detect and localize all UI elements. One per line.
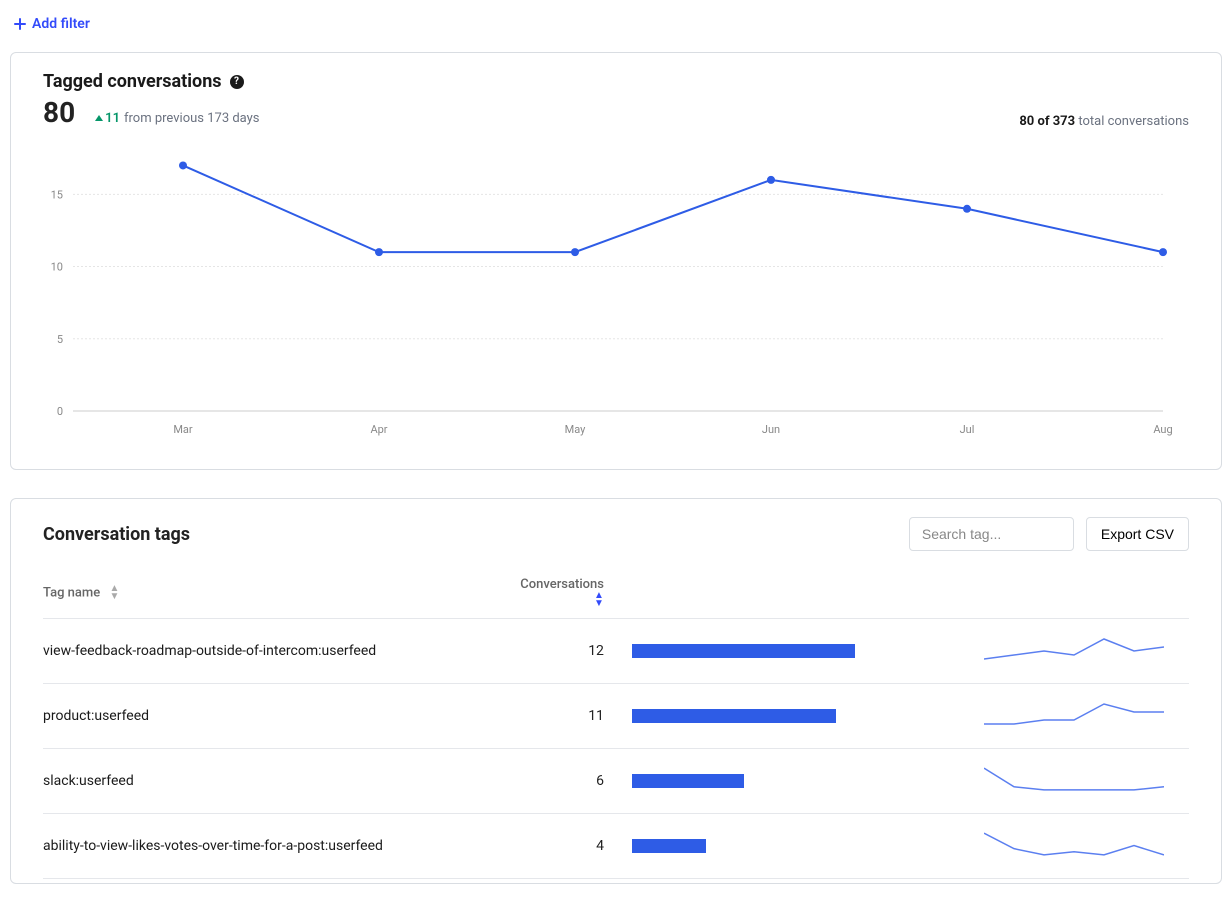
- tag-name: view-feedback-roadmap-outside-of-interco…: [43, 619, 520, 684]
- export-csv-button[interactable]: Export CSV: [1086, 517, 1189, 551]
- svg-text:Aug: Aug: [1153, 423, 1172, 436]
- search-tag-input[interactable]: [909, 517, 1074, 551]
- delta-value: 11: [105, 111, 120, 126]
- svg-text:Jul: Jul: [960, 423, 975, 436]
- tag-name: ability-to-view-likes-votes-over-time-fo…: [43, 814, 520, 879]
- tag-bar: [620, 619, 960, 684]
- tag-name: product:userfeed: [43, 684, 520, 749]
- metric-delta: 11 from previous 173 days: [95, 111, 259, 126]
- right-count: 80 of 373: [1019, 114, 1075, 129]
- card-title: Tagged conversations: [43, 71, 222, 92]
- table-row[interactable]: slack:userfeed6: [43, 749, 1189, 814]
- tag-sparkline: [960, 684, 1189, 749]
- tag-count: 11: [520, 684, 620, 749]
- table-row[interactable]: view-feedback-roadmap-outside-of-interco…: [43, 619, 1189, 684]
- tags-title: Conversation tags: [43, 524, 190, 545]
- tags-table: Tag name ▲▼ Conversations ▲▼ view-feedba…: [43, 567, 1189, 879]
- tag-bar: [620, 814, 960, 879]
- svg-text:Jun: Jun: [762, 423, 780, 436]
- tag-sparkline: [960, 619, 1189, 684]
- table-row[interactable]: product:userfeed11: [43, 684, 1189, 749]
- metric-value: 80: [43, 96, 75, 129]
- tag-count: 4: [520, 814, 620, 879]
- right-suffix: total conversations: [1078, 114, 1189, 129]
- svg-text:5: 5: [57, 333, 63, 346]
- tag-name: slack:userfeed: [43, 749, 520, 814]
- add-filter-button[interactable]: Add filter: [10, 10, 90, 52]
- svg-text:Mar: Mar: [173, 423, 193, 436]
- tag-bar: [620, 684, 960, 749]
- svg-text:Apr: Apr: [370, 423, 387, 436]
- tag-bar: [620, 749, 960, 814]
- svg-text:0: 0: [57, 405, 63, 418]
- svg-text:10: 10: [51, 261, 63, 274]
- conversation-tags-card: Conversation tags Export CSV Tag name ▲▼…: [10, 498, 1222, 884]
- col-conversations[interactable]: Conversations ▲▼: [520, 567, 620, 619]
- delta-suffix: from previous 173 days: [124, 111, 260, 126]
- help-icon[interactable]: ?: [230, 75, 244, 89]
- svg-text:May: May: [565, 423, 587, 436]
- tagged-conversations-card: Tagged conversations ? 80 11 from previo…: [10, 52, 1222, 470]
- sort-icon: ▲▼: [594, 592, 604, 608]
- tag-count: 6: [520, 749, 620, 814]
- triangle-up-icon: [95, 114, 103, 122]
- col-tag-name[interactable]: Tag name ▲▼: [43, 567, 520, 619]
- plus-icon: [14, 18, 26, 30]
- table-row[interactable]: ability-to-view-likes-votes-over-time-fo…: [43, 814, 1189, 879]
- metric-right: 80 of 373 total conversations: [1019, 114, 1189, 129]
- delta-up: 11: [95, 111, 120, 126]
- line-chart: 0 5 10 15 Mar Apr May Jun Jul Aug: [43, 141, 1189, 445]
- tag-count: 12: [520, 619, 620, 684]
- tag-sparkline: [960, 814, 1189, 879]
- add-filter-label: Add filter: [32, 16, 90, 32]
- svg-text:15: 15: [51, 188, 63, 201]
- sort-icon: ▲▼: [109, 585, 119, 601]
- tag-sparkline: [960, 749, 1189, 814]
